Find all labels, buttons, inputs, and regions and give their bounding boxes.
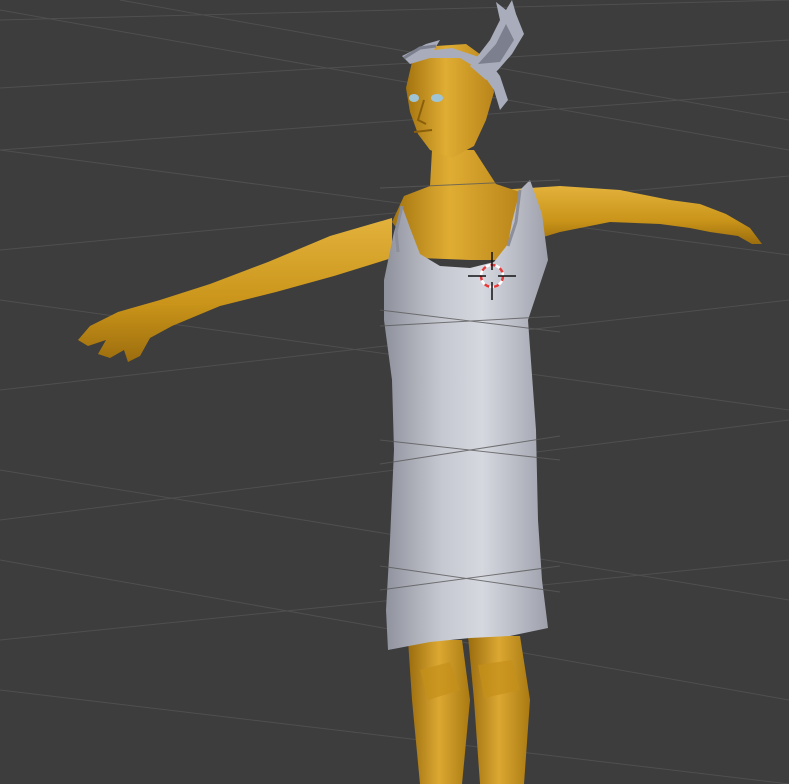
- grid-line: [0, 0, 789, 21]
- grid-line: [0, 689, 789, 784]
- left-leg[interactable]: [408, 640, 470, 784]
- right-eye: [431, 94, 443, 102]
- left-arm[interactable]: [78, 218, 392, 362]
- viewport-canvas[interactable]: [0, 0, 789, 784]
- left-eye: [409, 94, 419, 102]
- right-leg[interactable]: [468, 636, 530, 784]
- grid-line: [0, 9, 789, 151]
- 3d-viewport[interactable]: [0, 0, 789, 784]
- grid-line: [0, 39, 789, 89]
- grid-line: [0, 91, 789, 151]
